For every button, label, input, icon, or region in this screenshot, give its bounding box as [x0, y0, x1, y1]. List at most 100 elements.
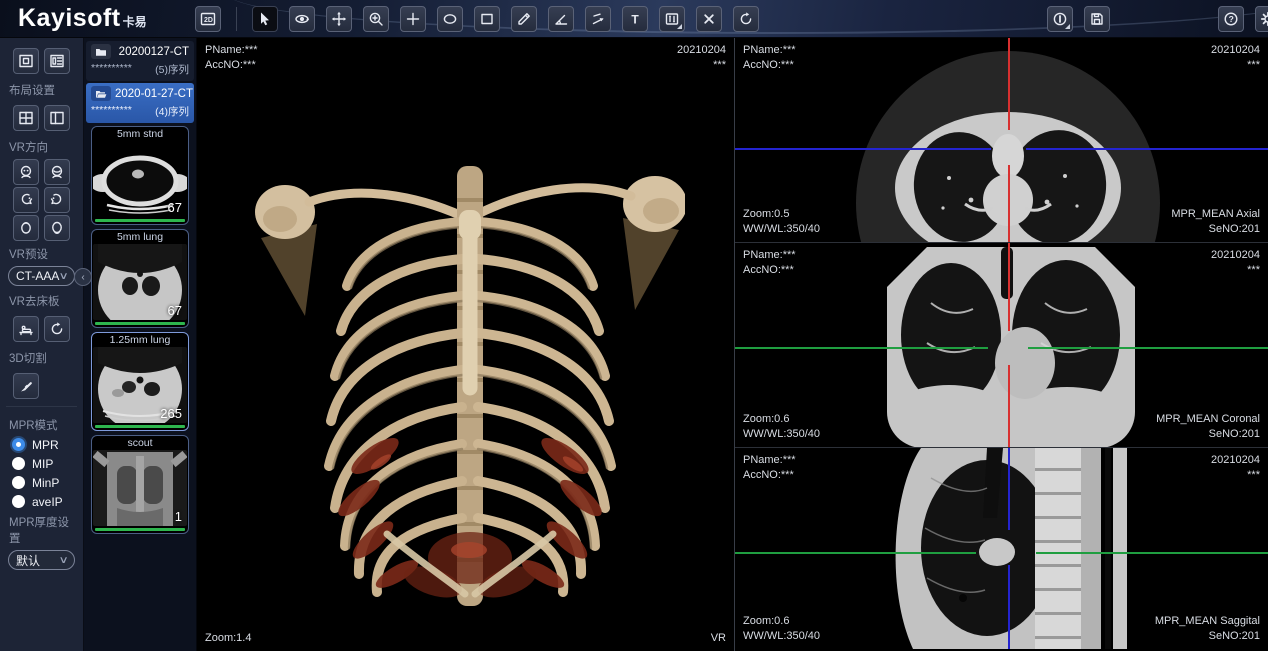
mpr-mode-radio-aveip[interactable]: aveIP — [0, 492, 83, 511]
zoom-button[interactable] — [363, 6, 389, 32]
thumbnail-image-scout — [93, 450, 187, 526]
axial-crosshair-horizontal-right[interactable] — [1026, 148, 1268, 150]
mpr-axial-viewport[interactable]: PName:*** AccNO:*** 20210204 *** Zoom:0.… — [735, 38, 1268, 243]
vr-view-inferior-button[interactable] — [44, 215, 70, 241]
series-masked-id: ********** — [91, 104, 132, 119]
chevron-down-icon: ∨ — [58, 271, 68, 282]
mpr-coronal-viewport[interactable]: PName:*** AccNO:*** 20210204 *** Zoom:0.… — [735, 243, 1268, 448]
sagittal-crosshair-vertical-top[interactable] — [1008, 448, 1010, 530]
series-item-1[interactable]: 20200127-CT ********** (5)序列 — [86, 41, 194, 81]
logo-text: Kayisoft — [18, 4, 121, 33]
vr-preset-select[interactable]: CT-AAA ∨ — [8, 266, 75, 286]
thumbnail-scout[interactable]: scout 1 — [91, 435, 189, 534]
save-button[interactable] — [1084, 6, 1110, 32]
mpr-zoom: Zoom:0.5 — [743, 207, 820, 222]
thumbnail-progress-bar — [95, 528, 185, 531]
mpr-mode-radio-mpr[interactable]: MPR — [0, 435, 83, 454]
coronal-crosshair-horizontal-left[interactable] — [735, 347, 988, 349]
2d-view-button[interactable]: 2D — [195, 6, 221, 32]
app-logo: Kayisoft 卡易 — [18, 4, 147, 33]
zoom-icon — [368, 11, 384, 27]
mpr-zoom: Zoom:0.6 — [743, 614, 820, 629]
cursor-button[interactable] — [252, 6, 278, 32]
angle-button[interactable] — [548, 6, 574, 32]
remove-bed-button[interactable] — [13, 316, 39, 342]
reset-button[interactable] — [733, 6, 759, 32]
app-header: Kayisoft 卡易 2D — [0, 0, 1268, 38]
axial-crosshair-horizontal-left[interactable] — [735, 148, 991, 150]
layout-settings-label: 布局设置 — [0, 79, 83, 100]
coronal-crosshair-vertical-top[interactable] — [1008, 243, 1010, 331]
series-item-2-selected[interactable]: 2020-01-27-CT ********** (4)序列 — [86, 83, 194, 123]
rect-roi-button[interactable] — [474, 6, 500, 32]
radio-icon — [12, 476, 25, 489]
vr-view-anterior-button[interactable] — [13, 159, 39, 185]
mpr-view-name: MPR_MEAN Coronal — [1156, 412, 1260, 427]
cobb-angle-button[interactable] — [585, 6, 611, 32]
vr-view-posterior-button[interactable] — [44, 159, 70, 185]
layout-1x2-button[interactable] — [44, 105, 70, 131]
mpr-stars: *** — [1211, 58, 1260, 73]
settings-button[interactable] — [1255, 6, 1268, 32]
thumbnail-image-count: 67 — [168, 200, 182, 215]
locate-crosshair-button[interactable] — [400, 6, 426, 32]
radio-label: MIP — [32, 457, 53, 471]
series-title: 2020-01-27-CT — [115, 88, 193, 100]
series-title: 20200127-CT — [115, 46, 189, 58]
radio-label: MinP — [32, 476, 59, 490]
window-level-button[interactable] — [659, 6, 685, 32]
mpr-mode-radio-minp[interactable]: MinP — [0, 473, 83, 492]
axial-crosshair-vertical-top[interactable] — [1008, 38, 1010, 130]
mpr-sagittal-viewport[interactable]: PName:*** AccNO:*** 20210204 *** Zoom:0.… — [735, 448, 1268, 649]
sagittal-crosshair-horizontal-right[interactable] — [1036, 552, 1268, 554]
ellipse-roi-button[interactable] — [437, 6, 463, 32]
coronal-crosshair-horizontal-right[interactable] — [1028, 347, 1268, 349]
radio-label: MPR — [32, 438, 59, 452]
vr-date: 20210204 — [677, 43, 726, 58]
layout-custom-button[interactable] — [44, 48, 70, 74]
vr-viewport[interactable]: PName:*** AccNO:*** 20210204 *** Zoom:1.… — [197, 38, 734, 651]
head-front-icon — [18, 164, 34, 180]
help-button[interactable]: ? — [1218, 6, 1244, 32]
thumbnail-5mm-stnd[interactable]: 5mm stnd 67 — [91, 126, 189, 225]
cursor-icon — [257, 11, 273, 27]
mpr-mode-radio-mip[interactable]: MIP — [0, 454, 83, 473]
layout-1x1-button[interactable] — [13, 48, 39, 74]
pan-button[interactable] — [326, 6, 352, 32]
folder-open-icon — [91, 86, 111, 101]
vr-view-left-button[interactable] — [13, 187, 39, 213]
sagittal-crosshair-vertical-bottom[interactable] — [1008, 565, 1010, 649]
bed-reset-button[interactable] — [44, 316, 70, 342]
thumbnail-1-25mm-lung-selected[interactable]: 1.25mm lung 265 — [91, 332, 189, 431]
thumbnail-image-count: 1 — [175, 509, 182, 524]
mpr-date: 20210204 — [1211, 43, 1260, 58]
text-annotation-button[interactable]: T — [622, 6, 648, 32]
bed-icon — [18, 321, 34, 337]
scalpel-button[interactable] — [13, 373, 39, 399]
delete-annotation-button[interactable] — [696, 6, 722, 32]
vr-pname: PName:*** — [205, 43, 258, 58]
series-info-button[interactable] — [1047, 6, 1073, 32]
sagittal-crosshair-horizontal-left[interactable] — [735, 552, 976, 554]
vr-view-right-button[interactable] — [44, 187, 70, 213]
coronal-crosshair-vertical-bottom[interactable] — [1008, 365, 1010, 448]
mpr-thickness-select[interactable]: 默认 ∨ — [8, 550, 75, 570]
layout-2x2-button[interactable] — [13, 105, 39, 131]
head-left-profile-icon — [18, 192, 34, 208]
mpr-stars: *** — [1211, 468, 1260, 483]
left-sidebar: 布局设置 VR方向 — [0, 38, 84, 651]
thumbnail-5mm-lung[interactable]: 5mm lung 67 — [91, 229, 189, 328]
measure-line-button[interactable] — [511, 6, 537, 32]
series-masked-id: ********** — [91, 62, 132, 77]
vr-view-superior-button[interactable] — [13, 215, 39, 241]
mpr-seno: SeNO:201 — [1156, 427, 1260, 442]
vr-bed-removal-label: VR去床板 — [0, 290, 83, 311]
crosshair-icon — [405, 11, 421, 27]
thumbnail-progress-bar — [95, 322, 185, 325]
sidebar-collapse-handle[interactable]: ‹ — [74, 268, 92, 286]
vr-direction-label: VR方向 — [0, 136, 83, 157]
help-icon: ? — [1223, 11, 1239, 27]
mpr-seno: SeNO:201 — [1171, 222, 1260, 237]
rotate-3d-button[interactable] — [289, 6, 315, 32]
axial-crosshair-vertical-bottom[interactable] — [1008, 165, 1010, 243]
